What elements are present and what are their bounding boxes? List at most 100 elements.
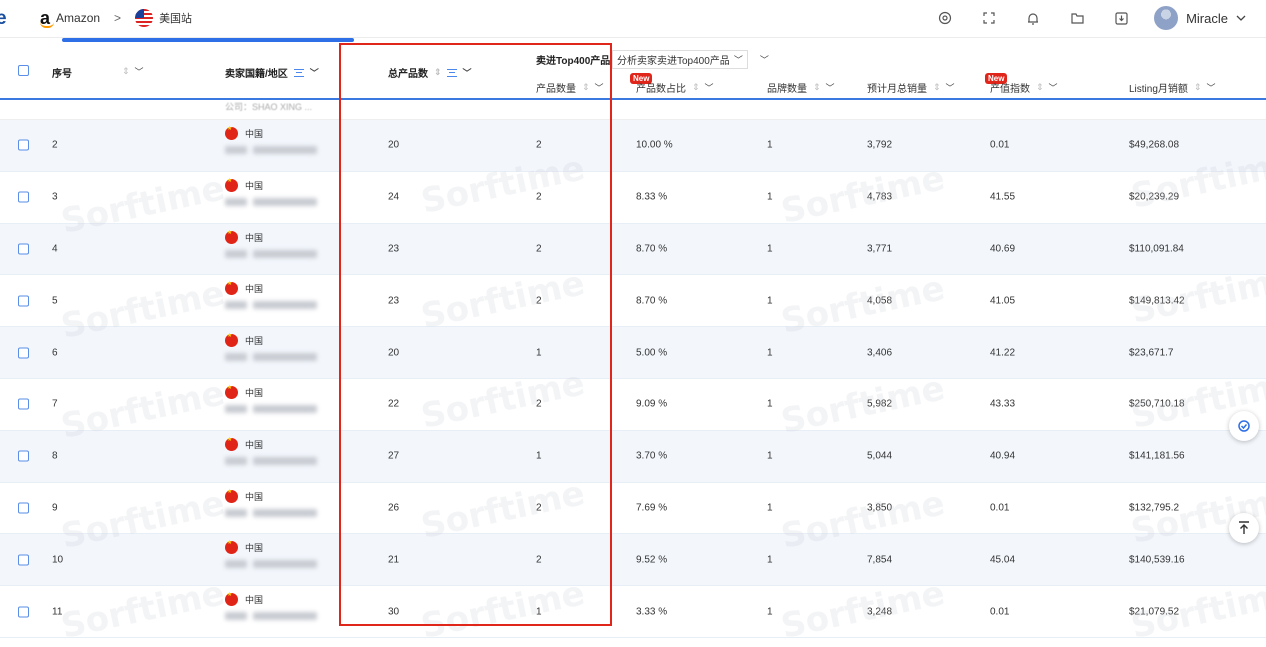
bell-icon[interactable] [1022, 7, 1044, 29]
cn-flag-icon [225, 332, 238, 348]
listing-sales: $132,795.2 [1129, 502, 1180, 514]
sort-icon[interactable]: ⇕ [122, 66, 129, 77]
brand-count: 1 [767, 398, 773, 410]
table-row[interactable]: 72229.09 %15,98243.33$250,710.18 中国 [0, 379, 1266, 431]
col-hidden-header[interactable]: ⇕ ﹀ [122, 65, 144, 78]
total-products: 22 [388, 398, 400, 410]
select-all-checkbox[interactable] [18, 65, 29, 76]
brand-count: 1 [767, 606, 773, 618]
user-menu[interactable]: Miracle [1154, 6, 1246, 30]
row-checkbox[interactable] [18, 347, 29, 359]
folder-icon[interactable] [1066, 7, 1088, 29]
chevron-down-icon[interactable]: ﹀ [705, 81, 714, 94]
col-listing-sales-header: Listing月销额 ⇕ ﹀ [1129, 80, 1215, 95]
table-row[interactable]: 6 20 1 5.00 % 1 3,406 41.22 $23,671.7 中国 [0, 327, 1266, 379]
download-icon[interactable] [1110, 7, 1132, 29]
row-index: 6 [52, 347, 58, 359]
analysis-select[interactable]: 分析卖家卖进Top400产品 ﹀ ﹀ [612, 50, 769, 69]
filter-icon[interactable] [293, 68, 304, 77]
chevron-down-icon[interactable]: ﹀ [760, 53, 769, 66]
filter-icon[interactable] [446, 68, 457, 77]
horizontal-scrollbar[interactable] [62, 38, 354, 42]
chevron-down-icon[interactable]: ﹀ [1049, 81, 1058, 94]
chevron-down-icon[interactable]: ﹀ [1206, 81, 1215, 94]
sort-icon[interactable]: ⇕ [692, 82, 699, 93]
brand-count: 1 [767, 347, 773, 359]
row-checkbox[interactable] [18, 243, 29, 255]
table-row[interactable]: 11 30 1 3.33 % 1 3,248 0.01 $21,079.52 中国 [0, 586, 1266, 638]
country-label: 中国 [245, 439, 264, 450]
row-index: 3 [52, 191, 58, 203]
col-index-header: 序号 [52, 69, 72, 80]
app-logo[interactable]: e [0, 8, 7, 30]
col-country-label: 卖家国籍/地区 [225, 69, 288, 80]
row-checkbox[interactable] [18, 295, 29, 307]
est-monthly-sales: 5,982 [867, 398, 893, 410]
company-name-redacted [225, 353, 320, 362]
amazon-logo-icon: a [40, 8, 55, 28]
country-label: 中国 [245, 491, 264, 502]
top-bar: e a Amazon > 美国站 Miracle [0, 0, 1266, 38]
col-product-count-label: 产品数量 [536, 84, 576, 95]
sort-icon[interactable]: ⇕ [1036, 82, 1043, 93]
sort-icon[interactable]: ⇕ [582, 82, 589, 93]
row-checkbox[interactable] [18, 139, 29, 151]
row-checkbox[interactable] [18, 502, 29, 514]
product-count: 2 [536, 243, 542, 255]
chevron-down-icon[interactable]: ﹀ [310, 66, 319, 79]
product-count: 1 [536, 606, 542, 618]
chevron-down-icon[interactable]: ﹀ [826, 81, 835, 94]
table-row[interactable]: 3 24 2 8.33 % 1 4,783 41.55 $20,239.29 中国 [0, 172, 1266, 224]
table-row[interactable]: 9 26 2 7.69 % 1 3,850 0.01 $132,795.2 中国 [0, 483, 1266, 535]
value-index: 41.05 [990, 295, 1016, 307]
col-product-count-header: 产品数量 ⇕ ﹀ [536, 80, 604, 95]
table-row[interactable]: 5 23 2 8.70 % 1 4,058 41.05 $149,813.42 中国 [0, 275, 1266, 328]
country-label: 中国 [245, 232, 264, 243]
company-name-redacted [225, 560, 320, 569]
row-checkbox[interactable] [18, 606, 29, 618]
total-products: 20 [388, 139, 400, 151]
chevron-down-icon[interactable]: ﹀ [463, 66, 472, 79]
fullscreen-icon[interactable] [978, 7, 1000, 29]
product-count: 2 [536, 554, 542, 566]
est-monthly-sales: 3,771 [867, 243, 893, 255]
col-listing-sales-label: Listing月销额 [1129, 84, 1188, 95]
table-row[interactable]: 2 20 2 10.00 % 1 3,792 0.01 $49,268.08 中国 [0, 120, 1266, 172]
sort-icon[interactable]: ⇕ [813, 82, 820, 93]
brand-count: 1 [767, 191, 773, 203]
row-checkbox[interactable] [18, 554, 29, 566]
col-brand-count-label: 品牌数量 [767, 84, 807, 95]
table-row[interactable]: 10 21 2 9.52 % 1 7,854 45.04 $140,539.16 中国 [0, 534, 1266, 587]
product-ratio: 10.00 % [636, 139, 673, 151]
total-products: 23 [388, 243, 400, 255]
product-count: 1 [536, 450, 542, 462]
total-products: 23 [388, 295, 400, 307]
col-value-index-label: 产值指数 [990, 84, 1030, 95]
chevron-down-icon[interactable]: ﹀ [135, 65, 144, 78]
brand-count: 1 [767, 450, 773, 462]
product-ratio: 8.70 % [636, 295, 668, 307]
row-checkbox[interactable] [18, 450, 29, 462]
table-row[interactable]: 4 23 2 8.70 % 1 3,771 40.69 $110,091.84 中国 [0, 223, 1266, 276]
row-checkbox[interactable] [18, 191, 29, 203]
breadcrumb: a Amazon > 美国站 [40, 8, 192, 28]
sort-icon[interactable]: ⇕ [434, 67, 441, 78]
chevron-down-icon[interactable]: ﹀ [595, 81, 604, 94]
sort-icon[interactable]: ⇕ [1194, 82, 1201, 93]
row-checkbox[interactable] [18, 398, 29, 410]
total-products: 21 [388, 554, 400, 566]
breadcrumb-site[interactable]: 美国站 [159, 10, 192, 26]
total-products: 20 [388, 347, 400, 359]
chevron-down-icon[interactable]: ﹀ [946, 81, 955, 94]
breadcrumb-marketplace[interactable]: Amazon [56, 11, 100, 25]
row-index: 2 [52, 139, 58, 151]
table-row[interactable]: 8 27 1 3.70 % 1 5,044 40.94 $141,181.56 中国 [0, 430, 1266, 483]
country-label: 中国 [245, 595, 264, 606]
assistant-float-button[interactable] [1229, 411, 1259, 441]
sort-icon[interactable]: ⇕ [933, 82, 940, 93]
back-to-top-button[interactable] [1229, 513, 1259, 543]
value-index: 45.04 [990, 554, 1016, 566]
brand-count: 1 [767, 502, 773, 514]
seller-country: 中国 [225, 332, 263, 348]
settings-icon[interactable] [934, 7, 956, 29]
